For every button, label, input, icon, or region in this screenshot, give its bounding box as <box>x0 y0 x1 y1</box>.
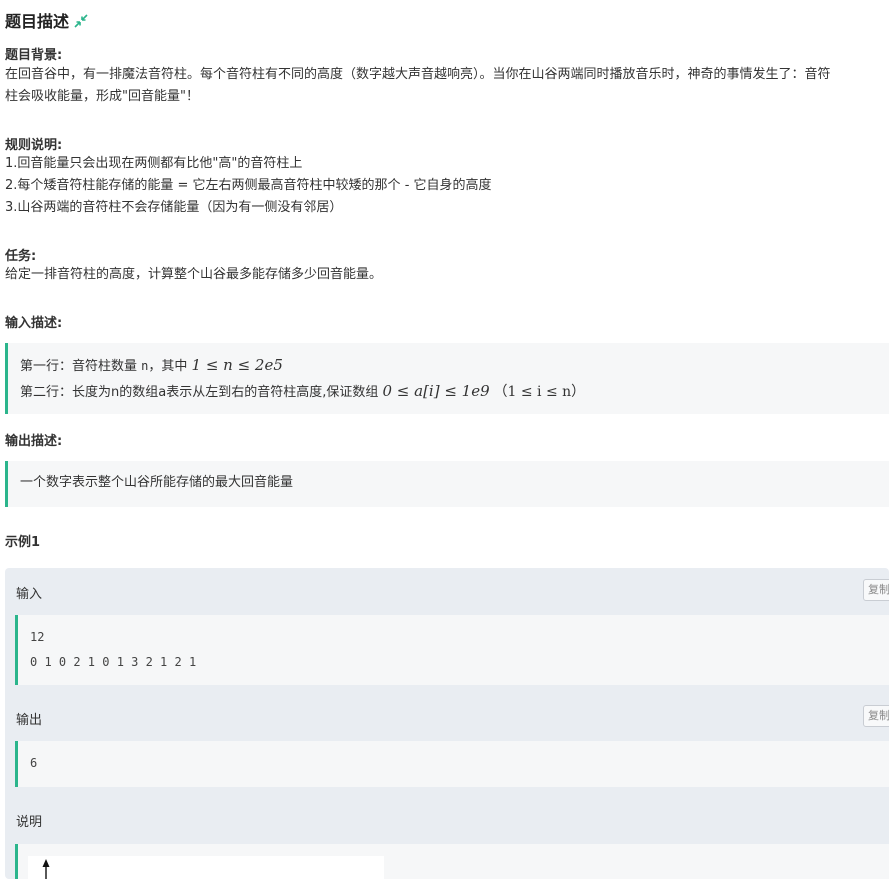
input-desc-block: 第一行：音符柱数量 n，其中 1 ≤ n ≤ 2e5 第二行：长度为n的数组a表… <box>5 343 889 414</box>
code-line: 12 <box>30 630 45 644</box>
copy-output-button[interactable]: 复制 <box>863 705 889 727</box>
background-line-1: 在回音谷中，有一排魔法音符柱。每个音符柱有不同的高度（数字越大声音越响亮）。当你… <box>5 67 831 82</box>
rule-item: 3.山谷两端的音符柱不会存储能量（因为有一侧没有邻居） <box>5 200 343 215</box>
title-row: 题目描述 <box>5 8 88 32</box>
example-output-label: 输出 <box>16 713 43 728</box>
input-desc-title: 输入描述: <box>5 316 63 331</box>
rule-item: 1.回音能量只会出现在两侧都有比他"高"的音符柱上 <box>5 156 303 171</box>
code-line: 0 1 0 2 1 0 1 3 2 1 2 1 <box>30 655 197 669</box>
background-line-2: 柱会吸收能量，形成"回音能量"！ <box>5 89 199 104</box>
explanation-image <box>28 856 384 879</box>
input-desc-range: （1 ≤ i ≤ n） <box>493 384 586 400</box>
input-desc-text: 第二行：长度为n的数组a表示从左到右的音符柱高度,保证数组 <box>20 385 383 400</box>
input-desc-math: 0 ≤ a[i] ≤ 1e9 <box>382 382 490 400</box>
example-explain-label: 说明 <box>16 815 43 830</box>
page-title: 题目描述 <box>5 12 70 31</box>
collapse-arrows-icon[interactable] <box>74 13 88 28</box>
input-desc-line-1: 第一行：音符柱数量 n，其中 1 ≤ n ≤ 2e5 <box>20 353 889 379</box>
example-output-code: 6 <box>15 741 889 787</box>
output-desc-block: 一个数字表示整个山谷所能存储的最大回音能量 <box>5 461 889 507</box>
output-desc-line: 一个数字表示整个山谷所能存储的最大回音能量 <box>20 475 294 490</box>
input-desc-text: ，其中 <box>148 359 192 374</box>
rule-item: 2.每个矮音符柱能存储的能量 = 它左右两侧最高音符柱中较矮的那个 - 它自身的… <box>5 178 492 193</box>
input-desc-text: 第一行：音符柱数量 <box>20 359 142 374</box>
input-desc-math: 1 ≤ n ≤ 2e5 <box>191 356 283 374</box>
example-box: 输入 复制 12 0 1 0 2 1 0 1 3 2 1 2 1 输出 复制 6… <box>5 568 889 879</box>
example-input-label: 输入 <box>16 587 43 602</box>
code-line: 6 <box>30 756 38 770</box>
background-title: 题目背景: <box>5 48 63 63</box>
task-line: 给定一排音符柱的高度，计算整个山谷最多能存储多少回音能量。 <box>5 267 383 282</box>
example-input-code: 12 0 1 0 2 1 0 1 3 2 1 2 1 <box>15 615 889 685</box>
task-title: 任务: <box>5 249 37 264</box>
output-desc-title: 输出描述: <box>5 434 63 449</box>
rules-title: 规则说明: <box>5 138 63 153</box>
input-desc-line-2: 第二行：长度为n的数组a表示从左到右的音符柱高度,保证数组 0 ≤ a[i] ≤… <box>20 379 889 405</box>
example-title: 示例1 <box>5 535 41 550</box>
copy-input-button[interactable]: 复制 <box>863 579 889 601</box>
